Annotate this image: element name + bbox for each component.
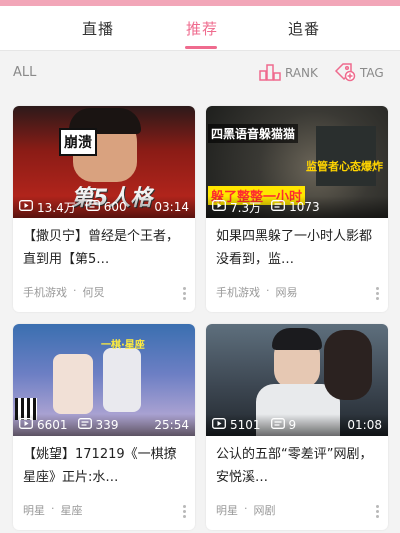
rank-icon	[259, 63, 281, 84]
active-tab-indicator	[185, 46, 217, 49]
video-category[interactable]: 手机游戏	[216, 284, 260, 300]
video-uploader[interactable]: 网易	[276, 284, 298, 300]
danmaku-count: 1073	[289, 200, 320, 214]
play-count-icon	[212, 418, 226, 432]
video-uploader[interactable]: 网剧	[254, 502, 276, 518]
person-illustration	[324, 330, 372, 400]
thumbnail-caption: 监管者心态爆炸	[306, 160, 383, 173]
video-thumbnail[interactable]: 5101 9 01:08	[206, 324, 388, 436]
tag-icon	[334, 62, 356, 85]
video-card[interactable]: 5101 9 01:08 公认的五部“零差评”网剧，安悦溪… 明星 · 网剧	[206, 324, 388, 530]
video-duration: 25:54	[154, 418, 189, 432]
video-card[interactable]: 崩溃 第5人格 13.4万 600 03:14 【撒贝宁】曾经是个王者，直到用【…	[13, 106, 195, 312]
video-thumbnail[interactable]: 一棋·星座 6601 339 25:54	[13, 324, 195, 436]
video-stats-bar: 5101 9 01:08	[206, 414, 388, 436]
video-duration: 03:14	[154, 200, 189, 214]
tab-live[interactable]: 直播	[82, 18, 114, 39]
play-count-icon	[212, 200, 226, 214]
video-thumbnail[interactable]: 崩溃 第5人格 13.4万 600 03:14	[13, 106, 195, 218]
danmaku-count: 339	[95, 418, 119, 432]
video-uploader[interactable]: 星座	[61, 502, 83, 518]
person-illustration	[53, 354, 93, 414]
video-stats-bar: 6601 339 25:54	[13, 414, 195, 436]
video-title[interactable]: 【撒贝宁】曾经是个王者，直到用【第5…	[23, 225, 183, 271]
play-count: 13.4万	[37, 200, 76, 215]
video-category[interactable]: 明星	[23, 502, 45, 518]
tag-button[interactable]: TAG	[334, 62, 384, 85]
more-options-icon[interactable]	[376, 505, 380, 518]
danmaku-icon	[85, 200, 100, 214]
video-title[interactable]: 公认的五部“零差评”网剧，安悦溪…	[216, 443, 376, 489]
play-count: 5101	[230, 418, 261, 432]
play-count: 6601	[37, 418, 68, 432]
danmaku-icon	[77, 418, 92, 432]
hair-illustration	[272, 328, 322, 350]
all-filter[interactable]: ALL	[13, 65, 36, 80]
tab-follow-anime[interactable]: 追番	[288, 18, 320, 39]
play-count-icon	[19, 200, 33, 214]
video-card[interactable]: 四黑语音躲猫猫 监管者心态爆炸 躲了整整一小时 7.3万 1073 如果四黑躲了…	[206, 106, 388, 312]
more-options-icon[interactable]	[376, 287, 380, 300]
video-category[interactable]: 手机游戏	[23, 284, 67, 300]
play-count: 7.3万	[230, 200, 262, 215]
scene-shadow	[316, 126, 376, 186]
video-duration: 01:08	[347, 418, 382, 432]
danmaku-count: 600	[103, 200, 127, 214]
person-illustration	[103, 348, 141, 412]
danmaku-count: 9	[288, 418, 297, 432]
filter-row: ALL RANK TAG	[0, 51, 400, 95]
video-title[interactable]: 如果四黑躲了一小时人影都没看到，监…	[216, 225, 376, 271]
thumbnail-caption: 崩溃	[59, 128, 97, 156]
thumbnail-caption: 一棋·星座	[101, 340, 145, 351]
video-meta: 手机游戏 · 何炅	[23, 284, 105, 300]
video-thumbnail[interactable]: 四黑语音躲猫猫 监管者心态爆炸 躲了整整一小时 7.3万 1073	[206, 106, 388, 218]
video-stats-bar: 13.4万 600 03:14	[13, 196, 195, 218]
video-meta: 明星 · 星座	[23, 502, 83, 518]
video-stats-bar: 7.3万 1073	[206, 196, 388, 218]
video-meta: 手机游戏 · 网易	[216, 284, 298, 300]
more-options-icon[interactable]	[183, 505, 187, 518]
tab-recommend[interactable]: 推荐	[186, 18, 218, 39]
more-options-icon[interactable]	[183, 287, 187, 300]
thumbnail-caption: 四黑语音躲猫猫	[208, 124, 299, 143]
danmaku-icon	[271, 200, 286, 214]
tag-label: TAG	[360, 66, 384, 80]
video-uploader[interactable]: 何炅	[83, 284, 105, 300]
video-meta: 明星 · 网剧	[216, 502, 276, 518]
video-title[interactable]: 【姚望】171219《一棋撩星座》正片:水…	[23, 443, 183, 489]
danmaku-icon	[270, 418, 285, 432]
video-category[interactable]: 明星	[216, 502, 238, 518]
rank-button[interactable]: RANK	[259, 63, 318, 84]
top-tab-bar: 直播 推荐 追番	[0, 6, 400, 51]
video-card[interactable]: 一棋·星座 6601 339 25:54 【姚望】171219《一棋撩星座》正片…	[13, 324, 195, 530]
play-count-icon	[19, 418, 33, 432]
rank-label: RANK	[285, 66, 318, 80]
